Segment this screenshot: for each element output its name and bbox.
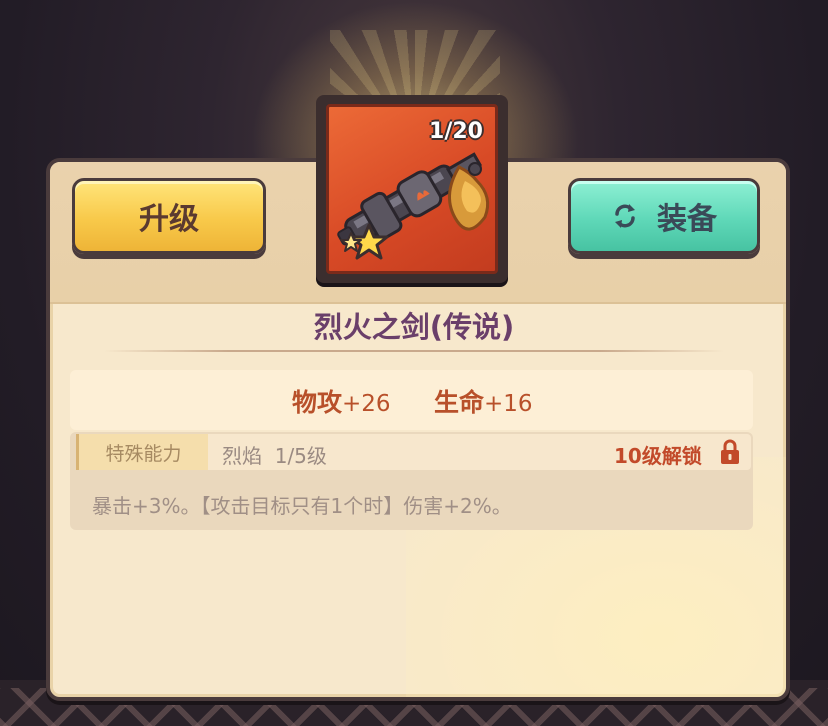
upgrade-button[interactable]: 升级	[72, 178, 266, 254]
ability-tag: 特殊能力	[76, 434, 208, 470]
stat-attack: 物攻+26	[292, 383, 391, 419]
item-icon-background: 1/20	[326, 104, 498, 274]
item-title: 烈火之剑(传说)	[313, 310, 515, 344]
ability-name: 烈焰 1/5级	[222, 444, 327, 468]
title-divider	[104, 350, 724, 352]
stat-hp: 生命+16	[434, 383, 533, 419]
stats-box	[70, 370, 753, 430]
ability-description: 暴击+3%。【攻击目标只有1个时】伤害+2%。	[92, 494, 512, 518]
stat-hp-value: +16	[484, 391, 533, 417]
refresh-icon	[615, 204, 635, 228]
lock-icon	[721, 439, 739, 464]
stat-hp-label: 生命	[434, 388, 485, 417]
stat-attack-label: 物攻	[292, 388, 343, 417]
equip-button[interactable]: 装备	[568, 178, 760, 254]
item-icon-frame[interactable]: 1/20	[316, 95, 508, 283]
equip-button-label: 装备	[657, 202, 717, 237]
unlock-requirement: 10级解锁	[614, 444, 702, 468]
stat-attack-value: +26	[342, 391, 391, 417]
upgrade-button-label: 升级	[139, 202, 199, 237]
item-count: 1/20	[429, 119, 483, 144]
